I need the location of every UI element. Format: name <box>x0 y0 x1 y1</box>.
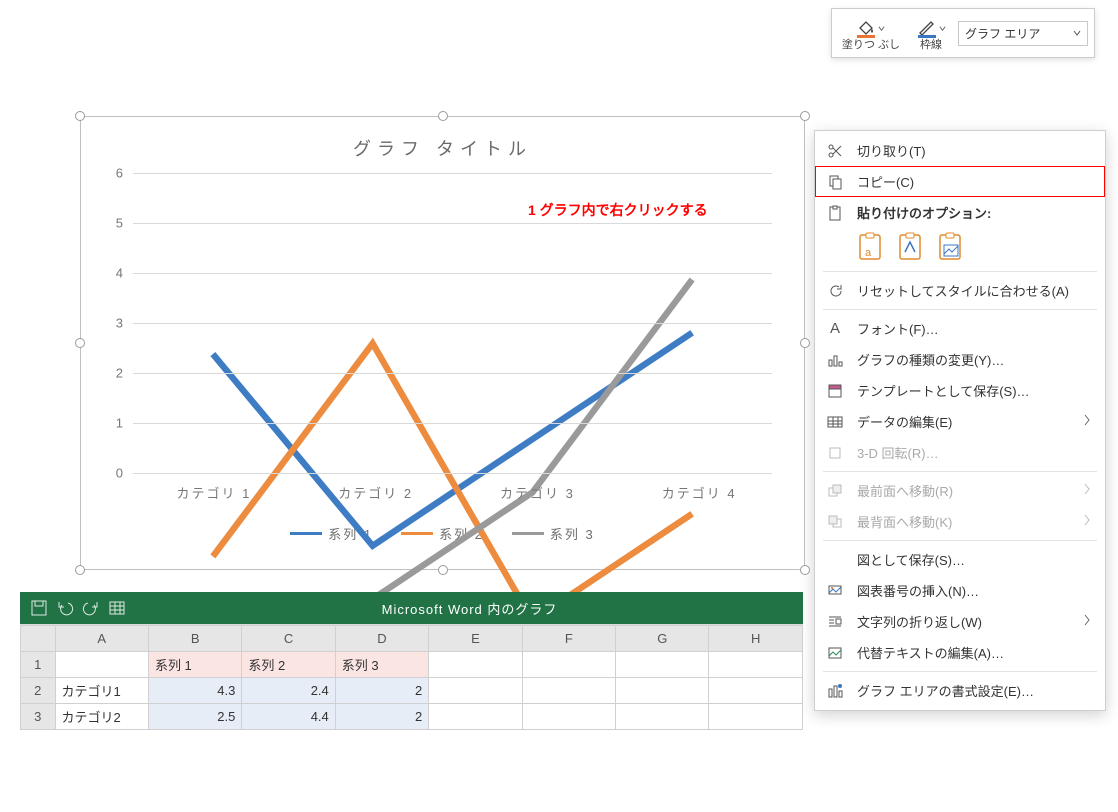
pen-outline-icon <box>917 17 937 37</box>
y-axis-tick: 3 <box>105 316 123 331</box>
chevron-right-icon <box>1083 614 1095 629</box>
y-axis-tick: 0 <box>105 466 123 481</box>
mini-format-toolbar: 塗りつ ぶし 枠線 グラフ エリア <box>831 8 1095 58</box>
shape-fill-button[interactable]: 塗りつ ぶし <box>838 13 904 53</box>
menu-bring-to-front: 最前面へ移動(R) <box>815 475 1105 506</box>
format-area-icon <box>823 683 847 699</box>
outline-label: 枠線 <box>920 39 942 51</box>
col-header[interactable]: A <box>55 626 148 652</box>
caption-icon <box>823 583 847 599</box>
menu-save-as-picture[interactable]: 図として保存(S)… <box>815 544 1105 575</box>
excel-title-bar: Microsoft Word 内のグラフ <box>20 592 803 624</box>
menu-text-wrapping[interactable]: 文字列の折り返し(W) <box>815 606 1105 637</box>
rotate-3d-icon <box>823 445 847 461</box>
copy-icon <box>823 174 847 190</box>
chart-context-menu: 切り取り(T) コピー(C) 貼り付けのオプション: a リセットしてスタイルに… <box>814 130 1106 711</box>
y-axis-tick: 5 <box>105 216 123 231</box>
col-header[interactable]: B <box>148 626 241 652</box>
data-grid-icon <box>823 414 847 430</box>
alt-text-icon <box>823 645 847 661</box>
table-row[interactable]: 3 カテゴリ2 2.5 4.4 2 <box>21 704 803 730</box>
undo-icon[interactable] <box>56 599 74 617</box>
menu-insert-caption[interactable]: 図表番号の挿入(N)… <box>815 575 1105 606</box>
menu-reset-style[interactable]: リセットしてスタイルに合わせる(A) <box>815 275 1105 306</box>
x-axis-category: カテゴリ 2 <box>295 483 457 502</box>
y-axis-tick: 1 <box>105 416 123 431</box>
table-header-row: A B C D E F G H <box>21 626 803 652</box>
menu-3d-rotation: 3-D 回転(R)… <box>815 437 1105 468</box>
x-axis-category: カテゴリ 1 <box>133 483 295 502</box>
paint-bucket-icon <box>856 17 876 37</box>
chevron-right-icon <box>1083 514 1095 529</box>
save-icon[interactable] <box>30 599 48 617</box>
paste-keep-source-icon[interactable]: a <box>857 232 885 262</box>
col-header[interactable]: G <box>616 626 709 652</box>
redo-icon[interactable] <box>82 599 100 617</box>
scissors-icon <box>823 143 847 159</box>
excel-window-title: Microsoft Word 内のグラフ <box>136 599 803 618</box>
menu-paste-options-header: 貼り付けのオプション: <box>815 197 1105 228</box>
text-wrap-icon <box>823 614 847 630</box>
template-icon <box>823 383 847 399</box>
chevron-down-icon <box>1073 26 1081 40</box>
y-axis-tick: 6 <box>105 166 123 181</box>
selection-handle[interactable] <box>75 111 85 121</box>
chart-element-selector[interactable]: グラフ エリア <box>958 21 1088 46</box>
chevron-right-icon <box>1083 483 1095 498</box>
chart-type-icon <box>823 352 847 368</box>
select-all-corner[interactable] <box>21 626 56 652</box>
col-header[interactable]: F <box>522 626 615 652</box>
col-header[interactable]: E <box>429 626 522 652</box>
shape-outline-button[interactable]: 枠線 <box>908 13 954 53</box>
font-icon: A <box>823 320 847 337</box>
chart-category-axis: カテゴリ 1カテゴリ 2カテゴリ 3カテゴリ 4 <box>133 483 780 502</box>
menu-font[interactable]: A フォント(F)… <box>815 313 1105 344</box>
clipboard-icon <box>823 205 847 221</box>
chevron-down-icon <box>939 23 946 30</box>
paste-as-picture-icon[interactable] <box>937 232 965 262</box>
data-sheet[interactable]: A B C D E F G H 1 系列 1 系列 2 系列 3 2 カテゴリ1… <box>20 624 803 730</box>
y-axis-tick: 4 <box>105 266 123 281</box>
svg-text:a: a <box>865 247 872 259</box>
x-axis-category: カテゴリ 4 <box>618 483 780 502</box>
col-header[interactable]: H <box>709 626 803 652</box>
selection-handle[interactable] <box>438 111 448 121</box>
selection-handle[interactable] <box>75 338 85 348</box>
paste-use-destination-icon[interactable] <box>897 232 925 262</box>
reset-icon <box>823 283 847 299</box>
selection-handle[interactable] <box>800 565 810 575</box>
table-row[interactable]: 2 カテゴリ1 4.3 2.4 2 <box>21 678 803 704</box>
menu-send-to-back: 最背面へ移動(K) <box>815 506 1105 537</box>
fill-label: 塗りつ ぶし <box>842 39 900 51</box>
menu-change-chart-type[interactable]: グラフの種類の変更(Y)… <box>815 344 1105 375</box>
chart-element-selector-value: グラフ エリア <box>965 25 1040 42</box>
chevron-down-icon <box>878 23 885 30</box>
menu-edit-data[interactable]: データの編集(E) <box>815 406 1105 437</box>
chevron-right-icon <box>1083 414 1095 429</box>
bring-front-icon <box>823 483 847 499</box>
col-header[interactable]: C <box>242 626 335 652</box>
menu-cut[interactable]: 切り取り(T) <box>815 135 1105 166</box>
selection-handle[interactable] <box>75 565 85 575</box>
send-back-icon <box>823 514 847 530</box>
selection-handle[interactable] <box>800 338 810 348</box>
paste-options-row: a <box>815 228 1105 268</box>
menu-save-template[interactable]: テンプレートとして保存(S)… <box>815 375 1105 406</box>
menu-copy[interactable]: コピー(C) <box>815 166 1105 197</box>
table-icon[interactable] <box>108 599 126 617</box>
menu-edit-alt-text[interactable]: 代替テキストの編集(A)… <box>815 637 1105 668</box>
x-axis-category: カテゴリ 3 <box>457 483 619 502</box>
table-row[interactable]: 1 系列 1 系列 2 系列 3 <box>21 652 803 678</box>
chart-object[interactable]: グラフ タイトル 0 1 2 3 4 5 6 カテゴリ 1カテゴリ 2カテゴリ 3カテゴリ … <box>80 116 805 570</box>
y-axis-tick: 2 <box>105 366 123 381</box>
col-header[interactable]: D <box>335 626 428 652</box>
menu-format-chart-area[interactable]: グラフ エリアの書式設定(E)… <box>815 675 1105 706</box>
selection-handle[interactable] <box>800 111 810 121</box>
chart-plot-area[interactable]: 0123456 <box>105 173 780 473</box>
chart-title[interactable]: グラフ タイトル <box>81 117 804 167</box>
